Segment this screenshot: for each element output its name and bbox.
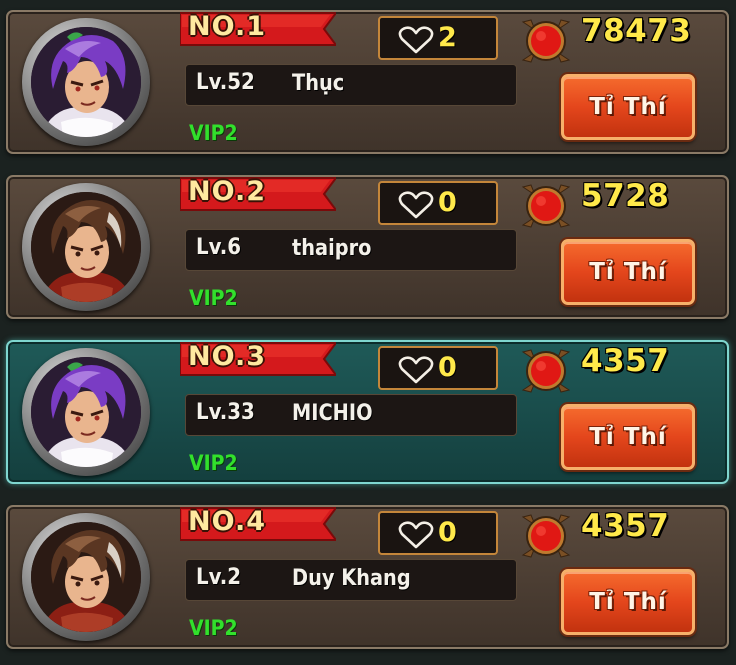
rank-ribbon: NO.4 <box>180 506 336 542</box>
rank-ribbon: NO.3 <box>180 341 336 377</box>
duel-button[interactable]: Tỉ Thí <box>561 569 695 635</box>
likes-counter: 0 <box>378 346 498 390</box>
power-value: 4357 <box>581 343 670 379</box>
avatar[interactable] <box>22 18 150 146</box>
duel-button-label: Tỉ Thí <box>589 424 667 450</box>
heart-icon <box>398 191 434 219</box>
duel-button[interactable]: Tỉ Thí <box>561 74 695 140</box>
player-card[interactable]: NO.1 2 78473 Lv.52 Thục VIP2 Tỉ Thí <box>6 10 729 154</box>
heart-icon <box>398 26 434 54</box>
rank-label: NO.4 <box>188 506 266 537</box>
rank-label: NO.1 <box>188 11 266 42</box>
power-value: 78473 <box>581 13 692 49</box>
likes-counter: 0 <box>378 181 498 225</box>
rank-ribbon: NO.2 <box>180 176 336 212</box>
player-info: Lv.33 MICHIO <box>185 394 517 436</box>
player-info: Lv.2 Duy Khang <box>185 559 517 601</box>
avatar-portrait <box>31 357 141 467</box>
likes-counter: 0 <box>378 511 498 555</box>
power-value: 5728 <box>581 178 670 214</box>
duel-button-label: Tỉ Thí <box>589 259 667 285</box>
power-medallion-icon <box>521 348 571 394</box>
likes-count: 0 <box>438 352 457 383</box>
power-medallion-icon <box>521 513 571 559</box>
avatar-portrait <box>31 192 141 302</box>
likes-count: 2 <box>438 22 457 53</box>
duel-button-label: Tỉ Thí <box>589 94 667 120</box>
avatar[interactable] <box>22 348 150 476</box>
vip-badge: VIP2 <box>189 451 238 475</box>
duel-button[interactable]: Tỉ Thí <box>561 239 695 305</box>
duel-button-label: Tỉ Thí <box>589 589 667 615</box>
player-card[interactable]: NO.2 0 5728 Lv.6 thaipro VIP2 Tỉ Thí <box>6 175 729 319</box>
avatar[interactable] <box>22 183 150 311</box>
rank-label: NO.2 <box>188 176 266 207</box>
player-info: Lv.6 thaipro <box>185 229 517 271</box>
vip-badge: VIP2 <box>189 121 238 145</box>
power-value: 4357 <box>581 508 670 544</box>
likes-count: 0 <box>438 517 457 548</box>
avatar-portrait <box>31 522 141 632</box>
rank-label: NO.3 <box>188 341 266 372</box>
player-name: Duy Khang <box>292 566 411 591</box>
likes-count: 0 <box>438 187 457 218</box>
player-level: Lv.6 <box>196 235 242 260</box>
heart-icon <box>398 521 434 549</box>
player-card[interactable]: NO.3 0 4357 Lv.33 MICHIO VIP2 Tỉ Thí <box>6 340 729 484</box>
player-level: Lv.52 <box>196 70 255 95</box>
avatar-portrait <box>31 27 141 137</box>
heart-icon <box>398 356 434 384</box>
vip-badge: VIP2 <box>189 616 238 640</box>
player-card[interactable]: NO.4 0 4357 Lv.2 Duy Khang VIP2 Tỉ Thí <box>6 505 729 649</box>
rank-ribbon: NO.1 <box>180 11 336 47</box>
player-info: Lv.52 Thục <box>185 64 517 106</box>
likes-counter: 2 <box>378 16 498 60</box>
player-name: MICHIO <box>292 401 373 426</box>
power-medallion-icon <box>521 18 571 64</box>
player-level: Lv.2 <box>196 565 242 590</box>
power-medallion-icon <box>521 183 571 229</box>
avatar[interactable] <box>22 513 150 641</box>
player-name: Thục <box>292 71 345 96</box>
ranking-list: NO.1 2 78473 Lv.52 Thục VIP2 Tỉ Thí NO.2… <box>0 0 736 665</box>
vip-badge: VIP2 <box>189 286 238 310</box>
player-name: thaipro <box>292 236 372 261</box>
duel-button[interactable]: Tỉ Thí <box>561 404 695 470</box>
player-level: Lv.33 <box>196 400 255 425</box>
